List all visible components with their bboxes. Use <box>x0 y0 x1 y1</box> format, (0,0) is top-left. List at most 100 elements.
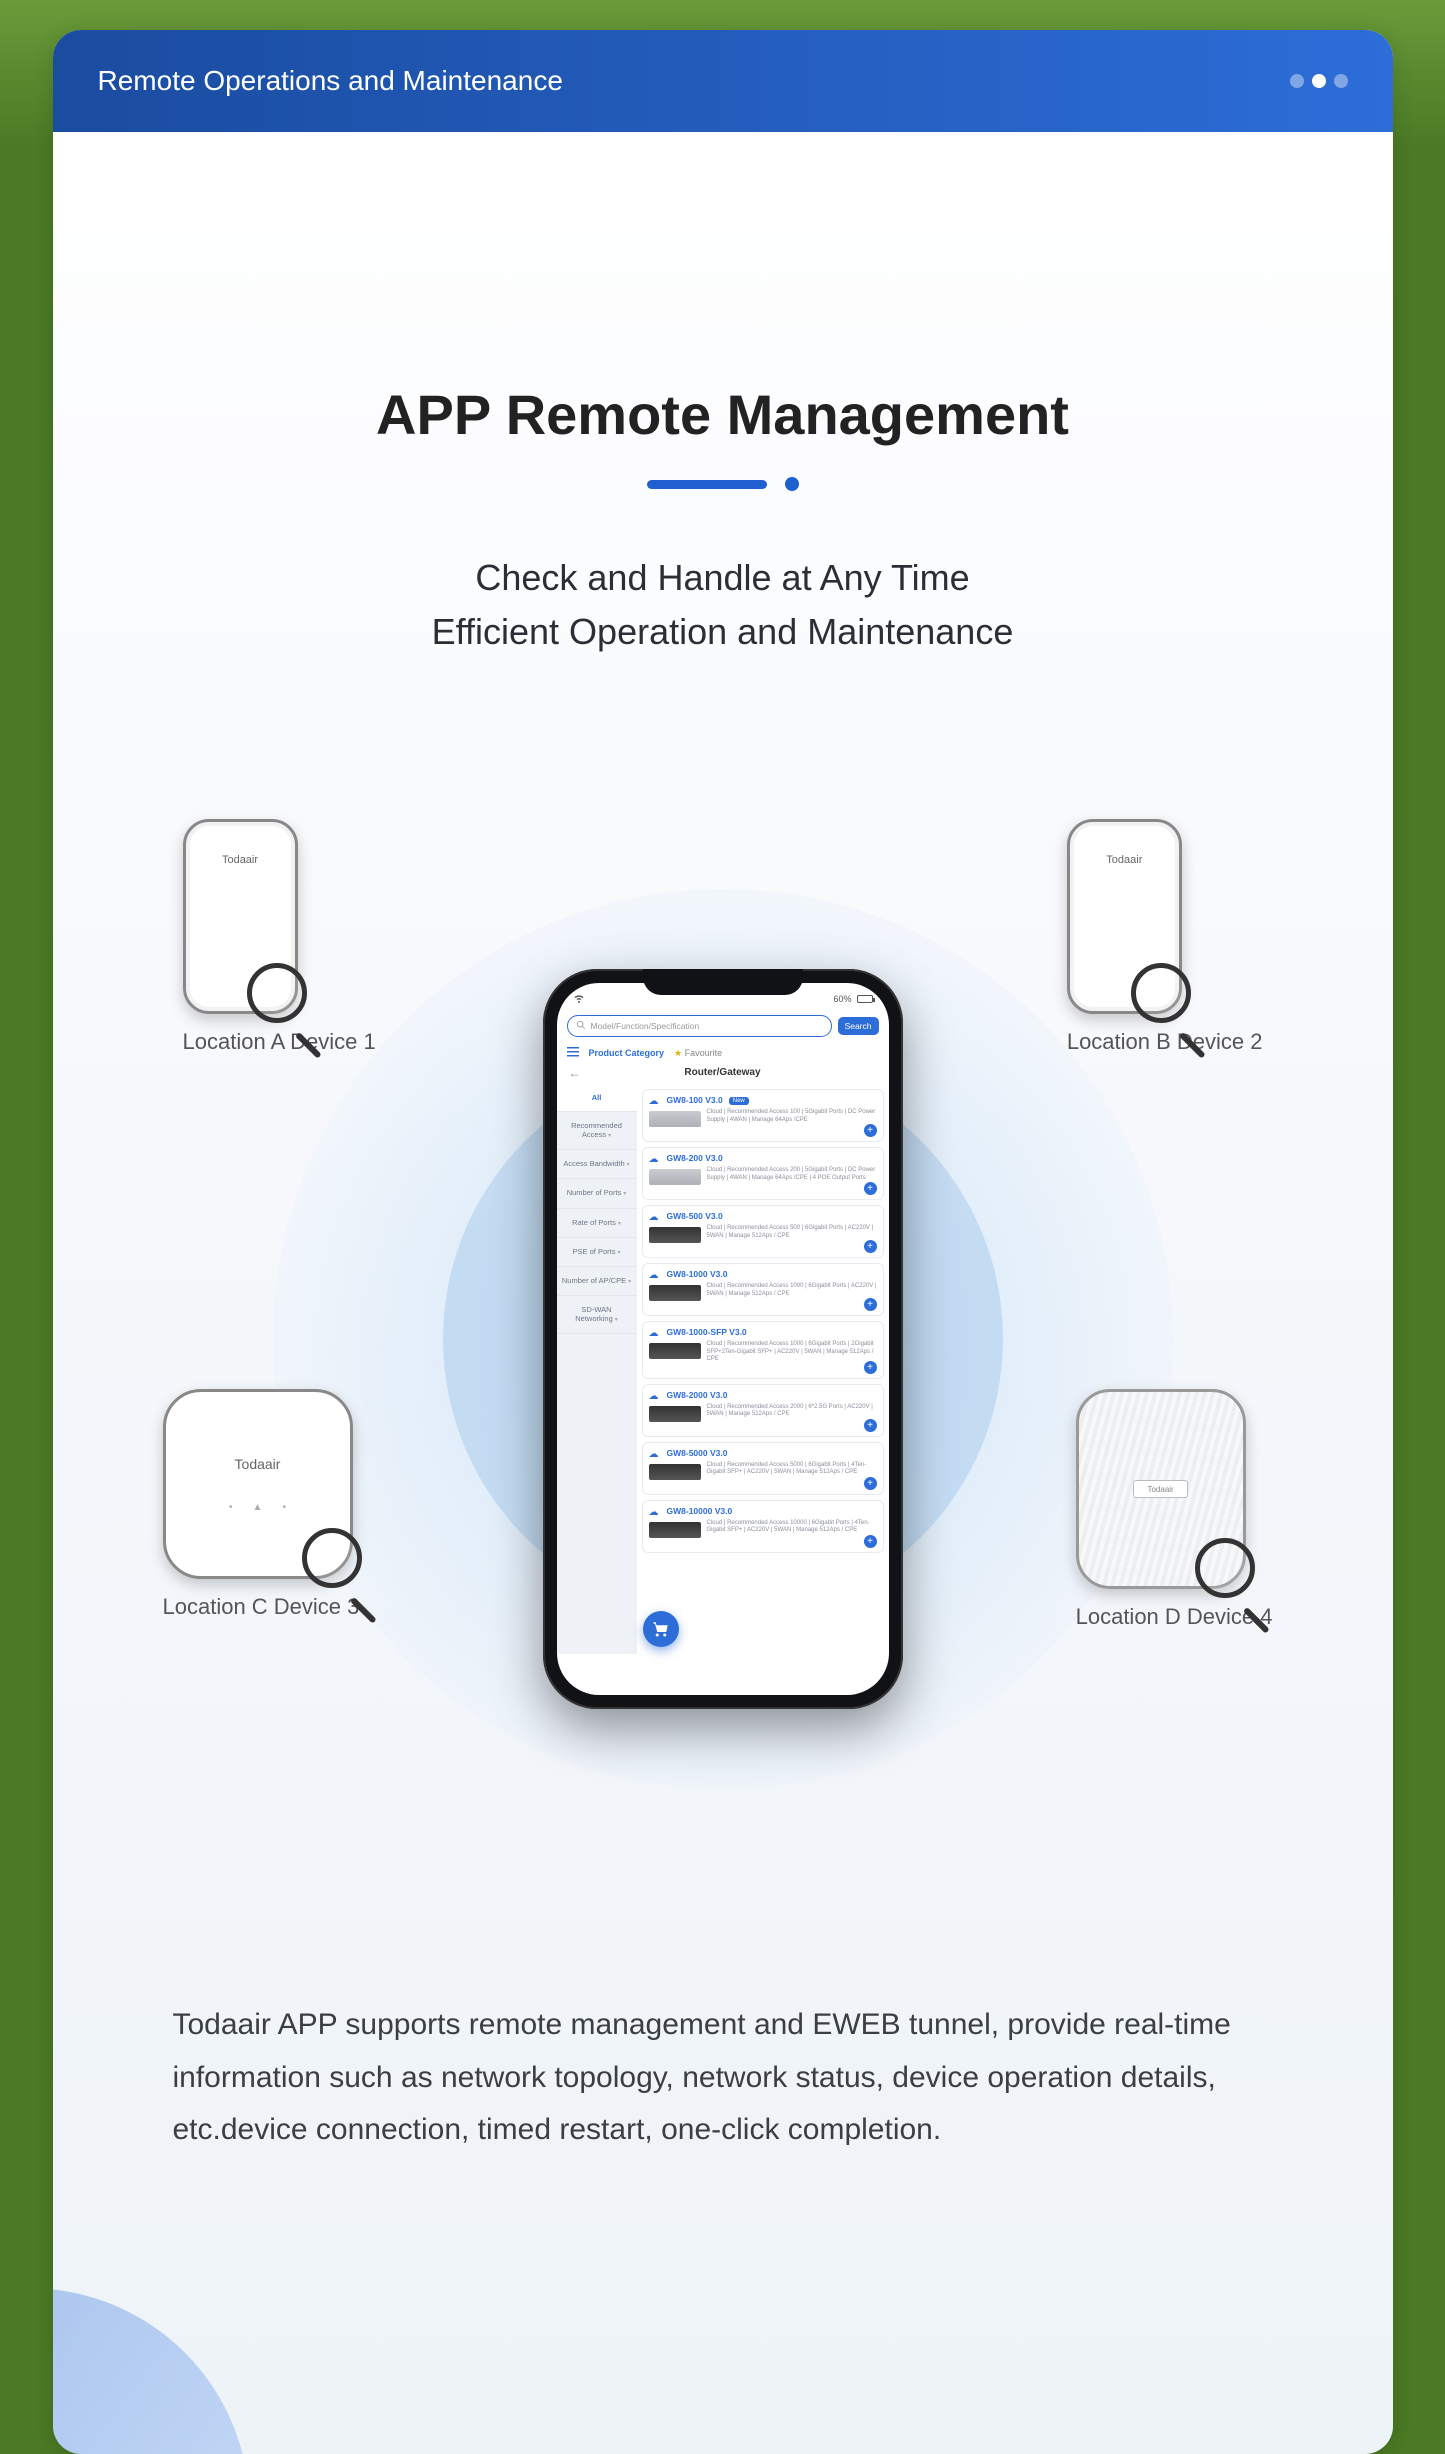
search-button[interactable]: Search <box>838 1017 879 1035</box>
footer-description: Todaair APP supports remote management a… <box>53 1879 1393 2217</box>
device-ap-icon: Todaair <box>1067 819 1182 1014</box>
product-desc: Cloud | Recommended Access 100 | 5Gigabi… <box>707 1109 877 1124</box>
battery-icon <box>857 995 873 1003</box>
product-desc: Cloud | Recommended Access 1000 | 6Gigab… <box>707 1283 877 1298</box>
phone-body: All Recommended Access▾ Access Bandwidth… <box>557 1084 889 1654</box>
product-thumb-icon <box>649 1169 701 1185</box>
filter-access-bandwidth[interactable]: Access Bandwidth▾ <box>557 1150 637 1179</box>
product-thumb-icon <box>649 1464 701 1480</box>
filter-rate-of-ports[interactable]: Rate of Ports▾ <box>557 1209 637 1238</box>
sub-line-2: Efficient Operation and Maintenance <box>53 605 1393 659</box>
filter-sidebar: All Recommended Access▾ Access Bandwidth… <box>557 1084 637 1654</box>
cloud-icon: ☁ <box>649 1391 659 1402</box>
product-name: GW8-5000 V3.0 <box>667 1448 728 1458</box>
cloud-icon: ☁ <box>649 1154 659 1165</box>
device-square-icon: Todaair •▲• <box>163 1389 353 1579</box>
header-title: Remote Operations and Maintenance <box>98 65 563 97</box>
cart-button[interactable] <box>643 1611 679 1647</box>
search-placeholder: Model/Function/Specification <box>591 1021 700 1031</box>
product-name: GW8-10000 V3.0 <box>667 1506 733 1516</box>
section-title: ← Router/Gateway <box>557 1065 889 1084</box>
product-category-link[interactable]: Product Category <box>589 1048 665 1058</box>
content-area: Todaair Location A Device 1 Todaair Loca… <box>53 799 1393 1879</box>
sub-line-1: Check and Handle at Any Time <box>53 551 1393 605</box>
menu-icon[interactable] <box>567 1047 579 1059</box>
product-list[interactable]: ☁ GW8-100 V3.0 New Cloud | Recommended Acce… <box>637 1084 889 1654</box>
product-thumb-icon <box>649 1111 701 1127</box>
phone-screen: 60% Model/Function/Specification Search <box>557 983 889 1695</box>
product-name: GW8-1000-SFP V3.0 <box>667 1327 747 1337</box>
product-name: GW8-500 V3.0 <box>667 1211 723 1221</box>
magnifier-icon <box>1131 963 1207 1039</box>
product-name: GW8-200 V3.0 <box>667 1153 723 1163</box>
cloud-icon: ☁ <box>649 1449 659 1460</box>
filter-all[interactable]: All <box>557 1084 637 1112</box>
feature-card: Remote Operations and Maintenance APP Re… <box>53 30 1393 2454</box>
add-button[interactable]: + <box>864 1361 877 1374</box>
filter-number-apcpe[interactable]: Number of AP/CPE▾ <box>557 1267 637 1296</box>
device-ap-icon: Todaair <box>183 819 298 1014</box>
product-item[interactable]: ☁ GW8-2000 V3.0 Cloud | Recommended Access… <box>642 1384 884 1437</box>
product-item[interactable]: ☁GW8-1000-SFP V3.0Cloud | Recommended Ac… <box>642 1321 884 1379</box>
magnifier-icon <box>1195 1538 1271 1614</box>
underline-bar <box>647 480 767 489</box>
add-button[interactable]: + <box>864 1182 877 1195</box>
add-button[interactable]: + <box>864 1477 877 1490</box>
category-row: Product Category ★ Favourite <box>557 1043 889 1065</box>
device-mesh-icon: Todaair <box>1076 1389 1246 1589</box>
product-name: GW8-100 V3.0 <box>667 1095 723 1105</box>
product-thumb-icon <box>649 1406 701 1422</box>
device-tile-1: Todaair Location A Device 1 <box>183 819 376 1055</box>
product-item[interactable]: ☁ GW8-5000 V3.0 Cloud | Recommended Access… <box>642 1442 884 1495</box>
favourite-link[interactable]: ★ Favourite <box>674 1048 722 1059</box>
new-badge: New <box>729 1097 749 1105</box>
dot-icon <box>1334 74 1348 88</box>
product-thumb-icon <box>649 1285 701 1301</box>
product-name: GW8-2000 V3.0 <box>667 1390 728 1400</box>
search-row: Model/Function/Specification Search <box>557 1011 889 1043</box>
add-button[interactable]: + <box>864 1240 877 1253</box>
title-underline <box>53 477 1393 491</box>
phone-mockup: 60% Model/Function/Specification Search <box>543 969 903 1709</box>
product-item[interactable]: ☁ GW8-10000 V3.0 Cloud | Recommended Acces… <box>642 1500 884 1553</box>
product-name: GW8-1000 V3.0 <box>667 1269 728 1279</box>
filter-sdwan[interactable]: SD-WAN Networking▾ <box>557 1296 637 1334</box>
magnifier-icon <box>247 963 323 1039</box>
search-input[interactable]: Model/Function/Specification <box>567 1015 832 1037</box>
product-desc: Cloud | Recommended Access 200 | 5Gigabi… <box>707 1167 877 1182</box>
product-item[interactable]: ☁ GW8-100 V3.0 New Cloud | Recommended Acce… <box>642 1089 884 1142</box>
filter-number-of-ports[interactable]: Number of Ports▾ <box>557 1179 637 1208</box>
product-item[interactable]: ☁ GW8-200 V3.0 Cloud | Recommended Access … <box>642 1147 884 1200</box>
main-title: APP Remote Management <box>53 382 1393 447</box>
cloud-icon: ☁ <box>649 1328 659 1339</box>
product-item[interactable]: ☁ GW8-1000 V3.0 Cloud | Recommended Access… <box>642 1263 884 1316</box>
product-item[interactable]: ☁GW8-500 V3.0Cloud | Recommended Access … <box>642 1205 884 1258</box>
product-desc: Cloud | Recommended Access 5000 | 6Gigab… <box>707 1462 877 1477</box>
card-header: Remote Operations and Maintenance <box>53 30 1393 132</box>
battery-percent: 60% <box>833 994 851 1004</box>
product-desc: Cloud | Recommended Access 10000 | 6Giga… <box>707 1520 877 1535</box>
add-button[interactable]: + <box>864 1419 877 1432</box>
underline-dot-icon <box>785 477 799 491</box>
device-brand: Todaair <box>235 1456 281 1472</box>
dot-icon <box>1290 74 1304 88</box>
cloud-icon: ☁ <box>649 1096 659 1107</box>
add-button[interactable]: + <box>864 1124 877 1137</box>
filter-pse-of-ports[interactable]: PSE of Ports▾ <box>557 1238 637 1267</box>
device-tile-3: Todaair •▲• Location C Device 3 <box>163 1389 360 1620</box>
dot-icon <box>1312 74 1326 88</box>
add-button[interactable]: + <box>864 1535 877 1548</box>
cart-icon <box>652 1620 670 1638</box>
product-thumb-icon <box>649 1227 701 1243</box>
magnifier-icon <box>302 1528 378 1604</box>
cloud-icon: ☁ <box>649 1507 659 1518</box>
phone-notch-icon <box>643 969 803 995</box>
filter-recommended-access[interactable]: Recommended Access▾ <box>557 1112 637 1150</box>
search-icon <box>576 1020 586 1032</box>
product-desc: Cloud | Recommended Access 2000 | 6*2.5G… <box>707 1404 877 1419</box>
back-icon[interactable]: ← <box>569 1066 581 1080</box>
device-tile-2: Todaair Location B Device 2 <box>1067 819 1263 1055</box>
add-button[interactable]: + <box>864 1298 877 1311</box>
device-tile-4: Todaair Location D Device 4 <box>1076 1389 1273 1630</box>
cloud-icon: ☁ <box>649 1270 659 1281</box>
